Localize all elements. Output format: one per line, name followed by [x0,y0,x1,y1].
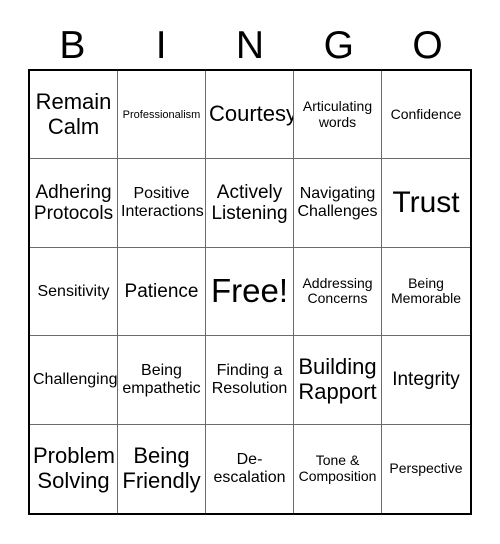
bingo-cell-label: Addressing Concerns [302,274,373,307]
bingo-header-letter-b: B [59,23,86,67]
bingo-cell[interactable]: Remain Calm [30,71,118,160]
bingo-cell-label: Sensitivity [37,282,110,300]
bingo-header-letter-i: I [155,23,167,67]
bingo-cell-label: Positive Interactions [121,185,204,221]
bingo-grid: Remain Calm Professionalism Courtesy Articu… [28,69,472,515]
bingo-cell[interactable]: Sensitivity [30,247,118,337]
bingo-cell[interactable]: Integrity [382,336,470,425]
bingo-cell-label: Adhering Protocols [33,181,114,225]
bingo-cell-label: Free! [210,272,289,310]
bingo-cell[interactable]: Challenging [30,336,118,425]
bingo-cell[interactable]: Problem Solving [30,424,118,513]
bingo-cell-free-space[interactable]: Free! [206,247,294,337]
bingo-cell-label: Being Friendly [122,443,201,493]
bingo-cell-label: Navigating Challenges [297,185,378,221]
bingo-cell-label: Remain Calm [35,89,112,139]
bingo-cell-label: Building Rapport [298,354,377,404]
bingo-cell-label: Articulating words [302,98,373,130]
bingo-header-letter-o: O [412,23,443,67]
bingo-cell[interactable]: Articulating words [294,71,382,160]
bingo-cell-label: Finding a Resolution [211,361,288,397]
bingo-cell[interactable]: Finding a Resolution [206,336,294,425]
bingo-cell[interactable]: Building Rapport [294,336,382,425]
bingo-header-letter-n: N [235,23,265,67]
bingo-cell-label: Being empathetic [122,361,201,397]
bingo-cell-label: Courtesy [209,101,294,127]
bingo-cell-label: Being Memorable [390,274,462,307]
bingo-cell[interactable]: Courtesy [206,71,294,160]
bingo-cell[interactable]: Being empathetic [118,336,206,425]
bingo-cell[interactable]: Professionalism [118,71,206,160]
bingo-cell[interactable]: De- escalation [206,424,294,513]
bingo-cell-label: Trust [392,186,460,220]
bingo-cell-label: Challenging [33,370,118,388]
bingo-header-letter-g: G [323,23,354,67]
bingo-cell-label: Professionalism [122,108,201,121]
bingo-cell-label: Actively Listening [211,181,288,225]
bingo-cell[interactable]: Addressing Concerns [294,247,382,337]
bingo-cell[interactable]: Being Memorable [382,247,470,337]
bingo-card: B I N G O Remain Calm Professionalism Cour… [0,0,500,544]
bingo-cell[interactable]: Adhering Protocols [30,159,118,248]
bingo-cell[interactable]: Patience [118,247,206,337]
bingo-cell[interactable]: Being Friendly [118,424,206,513]
bingo-cell-label: Patience [124,280,199,302]
bingo-cell[interactable]: Positive Interactions [118,159,206,248]
bingo-cell[interactable]: Confidence [382,71,470,160]
bingo-cell-label: Problem Solving [33,443,115,493]
bingo-cell-label: Integrity [392,369,460,391]
bingo-cell[interactable]: Perspective [382,424,470,513]
bingo-cell-label: Confidence [390,105,462,122]
bingo-cell[interactable]: Trust [382,159,470,248]
bingo-cell-label: Perspective [389,459,463,476]
bingo-cell-label: De- escalation [213,450,286,486]
bingo-cell-label: Tone & Composition [298,452,377,484]
bingo-header-row: B I N G O [28,22,472,68]
bingo-cell[interactable]: Tone & Composition [294,424,382,513]
bingo-cell[interactable]: Navigating Challenges [294,159,382,248]
bingo-cell[interactable]: Actively Listening [206,159,294,248]
